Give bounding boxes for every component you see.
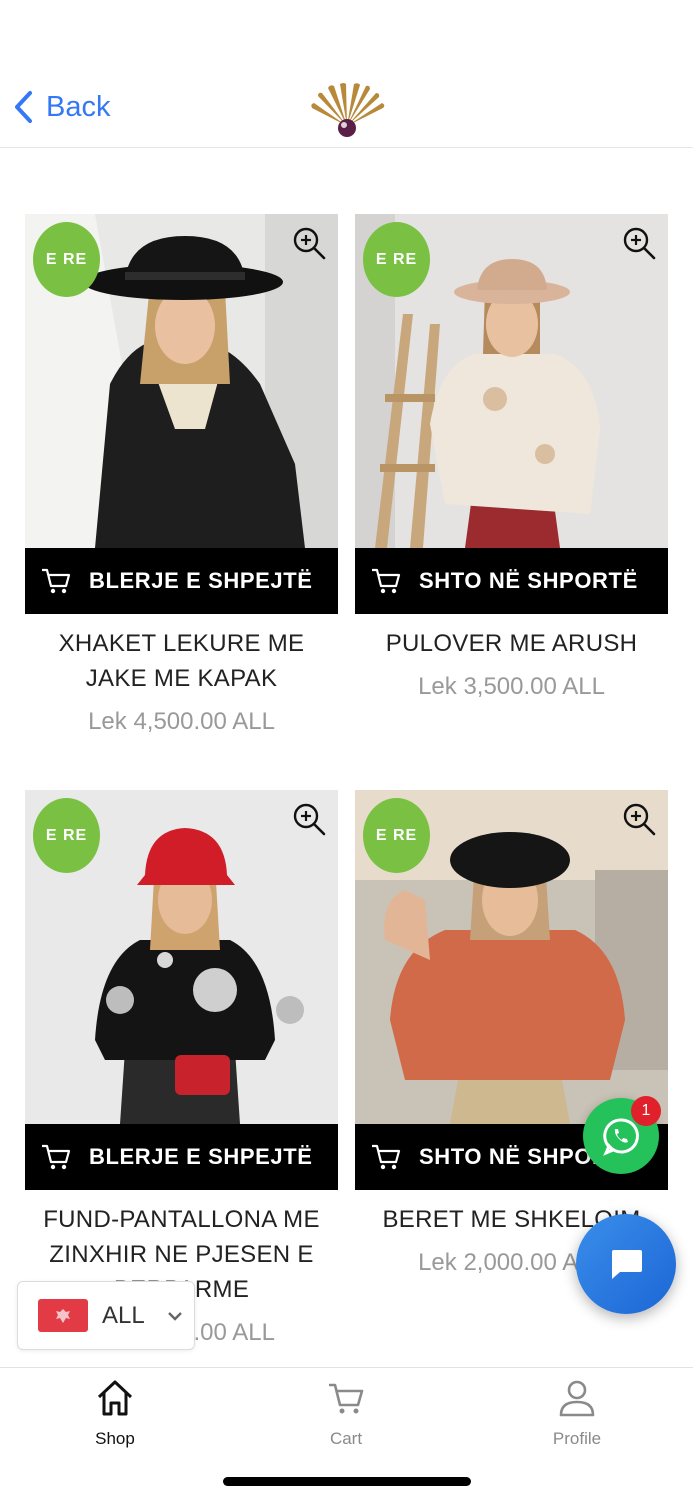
quick-buy-button[interactable]: BLERJE E SHPEJTË bbox=[25, 548, 338, 614]
zoom-in-icon[interactable] bbox=[292, 226, 326, 260]
zoom-in-icon[interactable] bbox=[622, 802, 656, 836]
product-image[interactable]: E RE bbox=[355, 214, 668, 548]
brand-logo[interactable] bbox=[304, 82, 390, 140]
new-badge: E RE bbox=[363, 798, 430, 873]
product-price: Lek 4,500.00 ALL bbox=[88, 708, 275, 735]
home-icon bbox=[97, 1380, 133, 1416]
cta-label: BLERJE E SHPEJTË bbox=[89, 1144, 313, 1169]
user-icon bbox=[559, 1380, 595, 1417]
cart-icon bbox=[372, 1144, 401, 1170]
product-title[interactable]: PULOVER ME ARUSH bbox=[355, 626, 668, 661]
tab-label: Cart bbox=[329, 1429, 363, 1448]
product-image[interactable]: E RE bbox=[25, 214, 338, 548]
new-badge: E RE bbox=[363, 222, 430, 297]
zoom-in-icon[interactable] bbox=[292, 802, 326, 836]
tab-shop[interactable]: Shop bbox=[55, 1378, 175, 1449]
cart-icon bbox=[329, 1383, 364, 1414]
new-badge: E RE bbox=[33, 798, 100, 873]
tab-label: Profile bbox=[552, 1429, 602, 1448]
cta-label: SHTO NË SHPORTË bbox=[419, 568, 638, 593]
quick-buy-button[interactable]: BLERJE E SHPEJTË bbox=[25, 1124, 338, 1190]
currency-selector[interactable]: ALL bbox=[17, 1281, 195, 1350]
notification-badge: 1 bbox=[631, 1096, 661, 1126]
top-bar: Back bbox=[0, 0, 693, 148]
chat-button[interactable] bbox=[576, 1214, 676, 1314]
product-price: Lek 3,500.00 ALL bbox=[418, 673, 605, 700]
product-title[interactable]: XHAKET LEKURE ME JAKE ME KAPAK bbox=[25, 626, 338, 696]
product-image[interactable]: E RE bbox=[355, 790, 668, 1124]
back-button[interactable]: Back bbox=[12, 90, 110, 124]
tab-cart[interactable]: Cart bbox=[286, 1378, 406, 1449]
new-badge: E RE bbox=[33, 222, 100, 297]
zoom-in-icon[interactable] bbox=[622, 226, 656, 260]
chat-icon bbox=[612, 1250, 642, 1279]
cart-icon bbox=[42, 568, 71, 594]
product-image[interactable]: E RE bbox=[25, 790, 338, 1124]
cta-label: BLERJE E SHPEJTË bbox=[89, 568, 313, 593]
home-indicator bbox=[223, 1477, 471, 1486]
add-to-cart-button[interactable]: SHTO NË SHPORTË bbox=[355, 548, 668, 614]
tab-profile[interactable]: Profile bbox=[517, 1378, 637, 1449]
albania-flag-icon bbox=[38, 1299, 88, 1332]
back-label: Back bbox=[46, 90, 111, 123]
cart-icon bbox=[372, 568, 401, 594]
chevron-left-icon bbox=[15, 91, 32, 123]
tab-label: Shop bbox=[95, 1429, 135, 1448]
chevron-down-icon bbox=[167, 1311, 182, 1321]
currency-label: ALL bbox=[102, 1301, 145, 1329]
cart-icon bbox=[42, 1144, 71, 1170]
